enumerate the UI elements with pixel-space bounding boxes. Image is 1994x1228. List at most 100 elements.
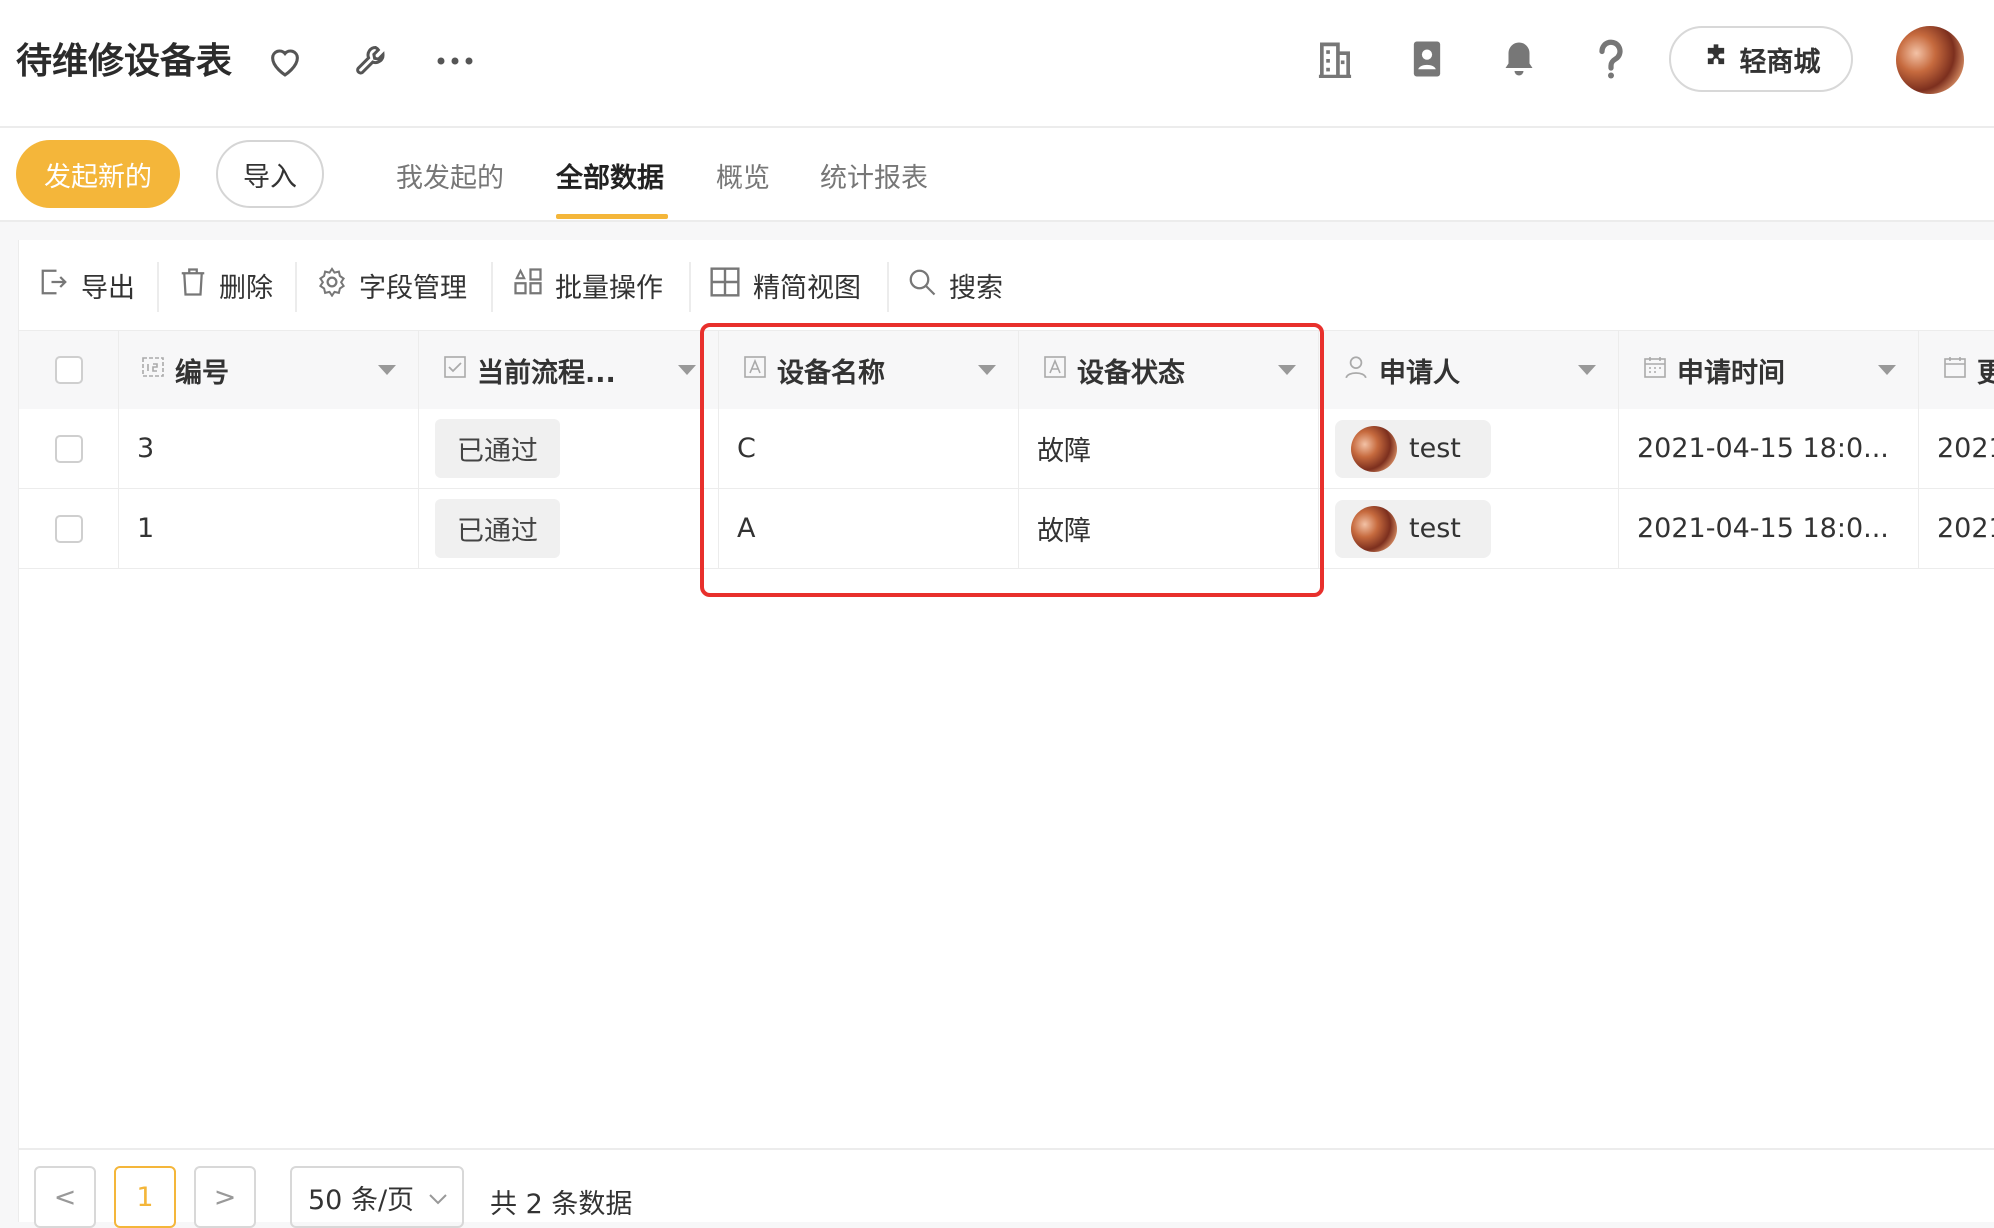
export-label: 导出 [81,272,135,304]
table-row[interactable]: 3 已通过 C 故障 test 2021-04-15 18:0... 2021 [19,409,1994,489]
pagination: < 1 > 50 条/页 共 2 条数据 [0,1148,1994,1228]
more-icon[interactable] [432,38,478,84]
user-chip[interactable]: test [1335,419,1491,478]
column-label: 申请人 [1379,357,1460,389]
column-header-id[interactable]: 编号 [119,331,419,409]
applicant-cell[interactable]: test [1319,409,1619,488]
table-row[interactable]: 1 已通过 A 故障 test 2021-04-15 18:0... 2021 [19,489,1994,569]
chevron-down-icon[interactable] [1578,365,1596,375]
select-all-checkbox[interactable] [54,356,83,384]
heart-icon[interactable] [262,38,308,84]
id-cell[interactable]: 3 [119,409,419,488]
toolbar-divider [491,262,493,312]
gear-icon [317,266,347,304]
column-header-device-status[interactable]: 设备状态 [1019,331,1319,409]
compact-view-button[interactable]: 精简视图 [709,262,861,308]
column-label: 当前流程... [477,357,616,389]
field-management-label: 字段管理 [359,272,467,304]
export-icon [39,267,69,304]
toolbar-divider [295,262,297,312]
text-field-icon [743,355,767,386]
delete-button[interactable]: 删除 [179,262,273,308]
page-number-button[interactable]: 1 [114,1166,176,1228]
id-cell[interactable]: 1 [119,489,419,568]
apply-time-cell[interactable]: 2021-04-15 18:0... [1619,489,1919,568]
building-icon[interactable] [1312,36,1358,82]
tab-mine[interactable]: 我发起的 [396,156,504,195]
help-icon[interactable] [1588,36,1634,82]
compact-view-label: 精简视图 [753,272,861,304]
text-field-icon [1043,355,1067,386]
sub-bar: 发起新的 导入 我发起的 全部数据 概览 统计报表 [0,128,1994,222]
header-select-cell [19,331,119,409]
select-cell [19,489,119,568]
column-header-flow[interactable]: 当前流程... [419,331,719,409]
page-title: 待维修设备表 [16,41,233,82]
page-size-select[interactable]: 50 条/页 [290,1166,464,1228]
device-status-cell[interactable]: 故障 [1019,409,1319,488]
row-checkbox[interactable] [54,434,83,463]
select-cell [19,409,119,488]
tab-overview[interactable]: 概览 [716,156,770,195]
chevron-down-icon[interactable] [978,365,996,375]
chevron-down-icon [428,1182,448,1213]
flow-cell[interactable]: 已通过 [419,409,719,488]
import-button[interactable]: 导入 [216,140,324,208]
new-record-button[interactable]: 发起新的 [16,140,180,208]
export-button[interactable]: 导出 [39,262,135,308]
search-button[interactable]: 搜索 [907,262,1003,308]
field-management-button[interactable]: 字段管理 [317,262,467,308]
applicant-cell[interactable]: test [1319,489,1619,568]
toolbar-divider [887,262,889,312]
flow-cell[interactable]: 已通过 [419,489,719,568]
active-tab-indicator [556,214,668,219]
extra-cell[interactable]: 2021 [1919,489,1994,568]
applicant-name: test [1409,433,1461,464]
contacts-icon[interactable] [1404,36,1450,82]
column-header-device-name[interactable]: 设备名称 [719,331,1019,409]
prev-page-button[interactable]: < [34,1166,96,1228]
trash-icon [179,267,207,304]
chevron-down-icon[interactable] [1278,365,1296,375]
column-label: 更 [1977,357,1994,389]
column-label: 设备状态 [1077,357,1185,389]
applicant-name: test [1409,513,1461,544]
search-label: 搜索 [949,272,1003,304]
column-header-extra[interactable]: 更 [1919,331,1994,409]
toolbar-divider [689,262,691,312]
checkbox-field-icon [443,355,467,386]
grid-icon [709,266,741,305]
device-name-cell[interactable]: A [719,489,1019,568]
apply-time-cell[interactable]: 2021-04-15 18:0... [1619,409,1919,488]
wrench-icon[interactable] [348,38,394,84]
device-status-cell[interactable]: 故障 [1019,489,1319,568]
column-header-applicant[interactable]: 申请人 [1319,331,1619,409]
mall-button[interactable]: 轻商城 [1669,26,1853,92]
toolbar-divider [157,262,159,312]
delete-label: 删除 [219,272,273,304]
next-page-button[interactable]: > [194,1166,256,1228]
chevron-down-icon[interactable] [678,365,696,375]
avatar [1351,425,1397,472]
device-name-cell[interactable]: C [719,409,1019,488]
chevron-down-icon[interactable] [378,365,396,375]
batch-operation-button[interactable]: 批量操作 [513,262,663,308]
user-avatar[interactable] [1896,26,1964,94]
status-badge: 已通过 [435,419,560,478]
calendar-icon [1943,355,1967,386]
batch-icon [513,267,543,304]
bell-icon[interactable] [1496,36,1542,82]
row-checkbox[interactable] [54,514,83,543]
puzzle-icon [1702,42,1730,77]
tab-all-data[interactable]: 全部数据 [556,156,664,195]
data-panel: 导出 删除 字段管理 批量操作 精简视图 搜索 编号 当前流程... 设备名称 … [18,240,1994,1222]
tab-reports[interactable]: 统计报表 [820,156,928,195]
chevron-down-icon[interactable] [1878,365,1896,375]
column-header-apply-time[interactable]: 申请时间 [1619,331,1919,409]
user-chip[interactable]: test [1335,499,1491,558]
mall-label: 轻商城 [1739,46,1821,78]
extra-cell[interactable]: 2021 [1919,409,1994,488]
page-size-label: 50 条/页 [308,1184,415,1216]
table-header: 编号 当前流程... 设备名称 设备状态 申请人 申请时间 更 [19,330,1994,410]
total-count: 共 2 条数据 [490,1189,633,1220]
